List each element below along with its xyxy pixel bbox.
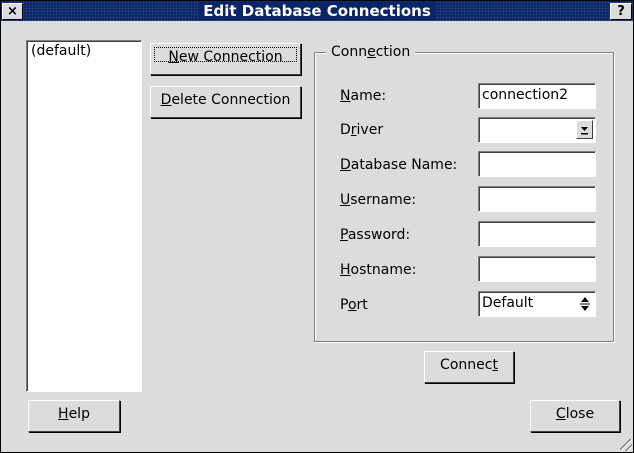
name-field[interactable]: connection2 — [478, 83, 596, 109]
groupbox-title: Connection — [326, 42, 416, 62]
database-name-field[interactable] — [478, 151, 596, 177]
button-label: elete Connection — [171, 92, 291, 108]
help-question-icon[interactable]: ? — [610, 3, 632, 20]
dropdown-button[interactable] — [576, 120, 593, 139]
driver-label: Driver — [340, 122, 384, 138]
delete-connection-button[interactable]: Delete Connection — [150, 86, 301, 118]
database-name-label: Database Name: — [340, 157, 458, 173]
password-label: Password: — [340, 227, 411, 243]
title-bar[interactable]: Edit Database Connections × ? — [1, 1, 633, 21]
password-field[interactable] — [478, 221, 596, 247]
button-label: ew Connection — [178, 49, 283, 65]
close-window-icon[interactable]: × — [2, 3, 23, 20]
resize-grip-icon[interactable] — [620, 439, 632, 451]
mnemonic: N — [168, 49, 179, 65]
hostname-label: Hostname: — [340, 262, 417, 278]
list-item[interactable]: (default) — [27, 41, 141, 61]
port-label: Port — [340, 297, 368, 313]
hostname-field[interactable] — [478, 256, 596, 282]
username-label: Username: — [340, 192, 417, 208]
close-button[interactable]: Close — [530, 400, 620, 432]
name-label: Name: — [340, 88, 387, 104]
window-title: Edit Database Connections — [199, 2, 435, 20]
port-value: Default — [482, 295, 534, 311]
connections-list[interactable]: (default) — [26, 40, 142, 392]
mnemonic: D — [160, 92, 172, 108]
connect-button[interactable]: Connect — [424, 351, 514, 383]
chevron-down-icon — [581, 127, 588, 135]
spin-arrows-icon[interactable] — [579, 295, 591, 313]
driver-select[interactable] — [478, 117, 596, 143]
help-button[interactable]: Help — [28, 400, 120, 432]
new-connection-button[interactable]: New Connection — [150, 43, 301, 75]
port-spinbox[interactable]: Default — [478, 291, 596, 317]
username-field[interactable] — [478, 186, 596, 212]
